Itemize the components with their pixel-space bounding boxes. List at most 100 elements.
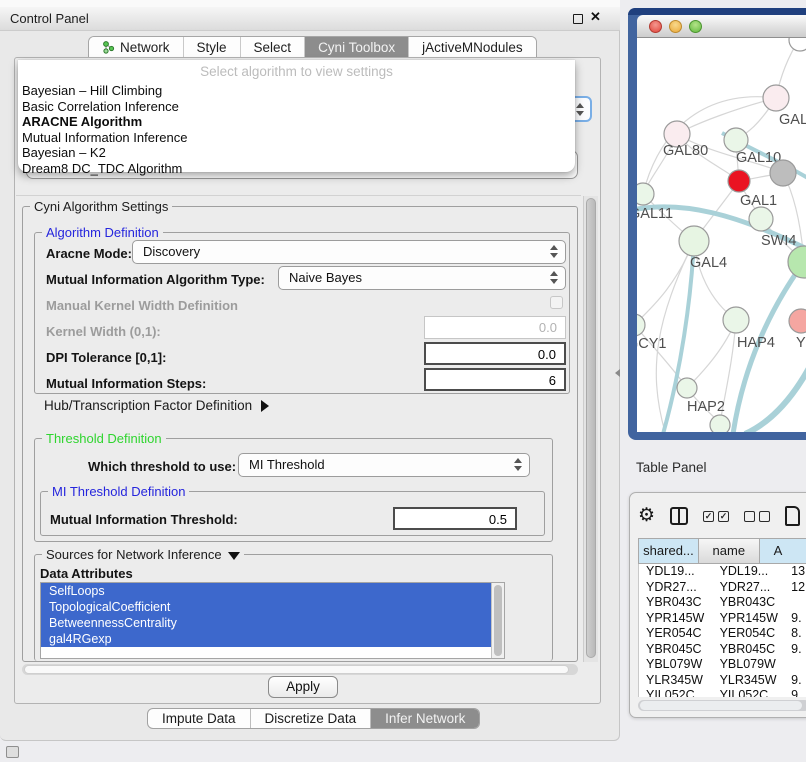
network-node-gal10[interactable] <box>724 128 748 152</box>
sources-group-title[interactable]: Sources for Network Inference <box>42 547 244 562</box>
network-window-titlebar[interactable] <box>637 15 806 38</box>
network-node-hap4[interactable] <box>723 307 749 333</box>
network-node-gal1[interactable] <box>728 170 750 192</box>
apply-button[interactable]: Apply <box>268 676 338 698</box>
network-node-swi4[interactable] <box>749 207 773 231</box>
tab-jactivemnodules[interactable]: jActiveMNodules <box>409 37 536 58</box>
aracne-mode-label: Aracne Mode: <box>46 246 132 261</box>
network-node[interactable] <box>789 38 806 51</box>
network-node[interactable] <box>788 246 806 278</box>
control-panel-title: Control Panel <box>10 11 89 26</box>
table-cell: YLR345W <box>639 673 713 689</box>
close-traffic-light[interactable] <box>649 20 662 33</box>
table-row[interactable]: YDR27...YDR27...12 <box>639 580 806 596</box>
table-row[interactable]: YBR045CYBR045C9. <box>639 642 806 658</box>
hub-transcription-factor-expander[interactable]: Hub/Transcription Factor Definition <box>44 398 269 413</box>
combobox-arrows-icon <box>550 271 558 284</box>
attributes-scrollbar-thumb[interactable] <box>494 585 502 656</box>
table-row[interactable]: YLR345WYLR345W9. <box>639 673 806 689</box>
algorithm-dropdown-placeholder: Select algorithm to view settings <box>18 64 575 79</box>
table-row[interactable]: YBL079WYBL079W <box>639 657 806 673</box>
network-view-window[interactable]: GALGAL80GAL10GAL1GAL11SWI4GAL4GCY1HAP4YH… <box>628 8 806 440</box>
tab-select[interactable]: Select <box>241 37 306 58</box>
combobox-arrows-icon <box>550 245 558 258</box>
network-node-y[interactable] <box>789 309 806 333</box>
float-window-icon[interactable] <box>573 14 583 24</box>
mi-steps-label: Mutual Information Steps: <box>46 376 206 391</box>
splitter-collapse-icon[interactable] <box>615 369 620 377</box>
settings-horizontal-scrollbar-thumb[interactable] <box>24 665 569 674</box>
table-row[interactable]: YBR043CYBR043C <box>639 595 806 611</box>
column-header-2[interactable]: name <box>698 538 759 564</box>
which-threshold-value: MI Threshold <box>249 457 325 472</box>
tab-label: Network <box>120 40 170 55</box>
zoom-traffic-light[interactable] <box>689 20 702 33</box>
network-node[interactable] <box>710 415 730 432</box>
algorithm-option[interactable]: Mutual Information Inference <box>22 130 571 146</box>
network-node-gcy1[interactable] <box>637 314 645 336</box>
table-row[interactable]: YIL052CYIL052C9 <box>639 688 806 697</box>
attribute-list-item[interactable]: SelfLoops <box>41 583 491 599</box>
table-cell: YLR345W <box>713 673 788 689</box>
data-attributes-list[interactable]: SelfLoopsTopologicalCoefficientBetweenne… <box>40 582 505 659</box>
network-node[interactable] <box>770 160 796 186</box>
network-node-gal[interactable] <box>763 85 789 111</box>
table-row[interactable]: YER054CYER054C8. <box>639 626 806 642</box>
table-cell: YER054C <box>713 626 788 642</box>
panel-corner-icon[interactable] <box>6 746 19 758</box>
table-cell: YDL19... <box>639 564 713 580</box>
control-panel-titlebar[interactable]: Control Panel ✕ <box>0 7 620 31</box>
attributes-scrollbar[interactable] <box>491 583 504 658</box>
settings-vertical-scrollbar[interactable] <box>583 196 598 662</box>
tab-cyni-toolbox[interactable]: Cyni Toolbox <box>305 37 409 58</box>
network-node-gal4[interactable] <box>679 226 709 256</box>
attribute-list-item[interactable]: BetweennessCentrality <box>41 615 491 631</box>
scrollpane-top-edge <box>16 195 581 196</box>
manual-kernel-width-checkbox[interactable] <box>550 296 563 309</box>
tab-impute-data[interactable]: Impute Data <box>148 709 251 728</box>
dpi-tolerance-field[interactable]: 0.0 <box>424 342 566 365</box>
select-all-checkboxes-icon[interactable]: ✓✓ <box>703 511 729 522</box>
which-threshold-combobox[interactable]: MI Threshold <box>238 453 530 477</box>
table-cell: YDL19... <box>713 564 788 580</box>
document-icon[interactable] <box>785 506 800 526</box>
algorithm-option[interactable]: Basic Correlation Inference <box>22 99 571 115</box>
mi-steps-field[interactable]: 6 <box>424 368 566 391</box>
kernel-width-field[interactable]: 0.0 <box>424 316 566 339</box>
minimize-traffic-light[interactable] <box>669 20 682 33</box>
columns-icon[interactable] <box>670 507 688 525</box>
settings-vertical-scrollbar-thumb[interactable] <box>586 198 596 658</box>
gear-icon[interactable]: ⚙ <box>638 506 655 526</box>
table-horizontal-scrollbar[interactable] <box>638 700 806 711</box>
algorithm-option[interactable]: Dream8 DC_TDC Algorithm <box>22 161 571 177</box>
network-node-gal11[interactable] <box>637 183 654 205</box>
mi-algorithm-type-combobox[interactable]: Naive Bayes <box>278 266 566 290</box>
table-cell <box>787 595 806 611</box>
network-node-hap2[interactable] <box>677 378 697 398</box>
attribute-list-item[interactable]: TopologicalCoefficient <box>41 599 491 615</box>
network-edge[interactable] <box>745 368 806 432</box>
tab-network[interactable]: Network <box>89 37 184 58</box>
table-cell: 12 <box>787 580 806 596</box>
tab-discretize-data[interactable]: Discretize Data <box>251 709 372 728</box>
column-header-1[interactable]: shared... <box>638 538 698 564</box>
table-horizontal-scrollbar-thumb[interactable] <box>640 701 802 710</box>
mi-threshold-field[interactable]: 0.5 <box>393 507 517 530</box>
tab-infer-network[interactable]: Infer Network <box>371 709 479 728</box>
column-header-3[interactable]: A <box>759 538 806 564</box>
close-icon[interactable]: ✕ <box>590 9 601 25</box>
table-row[interactable]: YPR145WYPR145W9. <box>639 611 806 627</box>
table-row[interactable]: YDL19...YDL19...13 <box>639 564 806 580</box>
table-cell: 9. <box>787 611 806 627</box>
algorithm-option[interactable]: ARACNE Algorithm <box>22 114 571 130</box>
algorithm-option[interactable]: Bayesian – Hill Climbing <box>22 83 571 99</box>
settings-horizontal-scrollbar[interactable] <box>22 664 578 675</box>
algorithm-option[interactable]: Bayesian – K2 <box>22 145 571 161</box>
mi-algorithm-type-value: Naive Bayes <box>289 270 362 285</box>
attribute-list-item[interactable]: gal4RGexp <box>41 631 491 647</box>
aracne-mode-combobox[interactable]: Discovery <box>132 240 566 264</box>
deselect-all-checkboxes-icon[interactable] <box>744 511 770 522</box>
table-cell: YIL052C <box>639 688 713 697</box>
tab-style[interactable]: Style <box>184 37 241 58</box>
network-canvas[interactable]: GALGAL80GAL10GAL1GAL11SWI4GAL4GCY1HAP4YH… <box>637 38 806 432</box>
